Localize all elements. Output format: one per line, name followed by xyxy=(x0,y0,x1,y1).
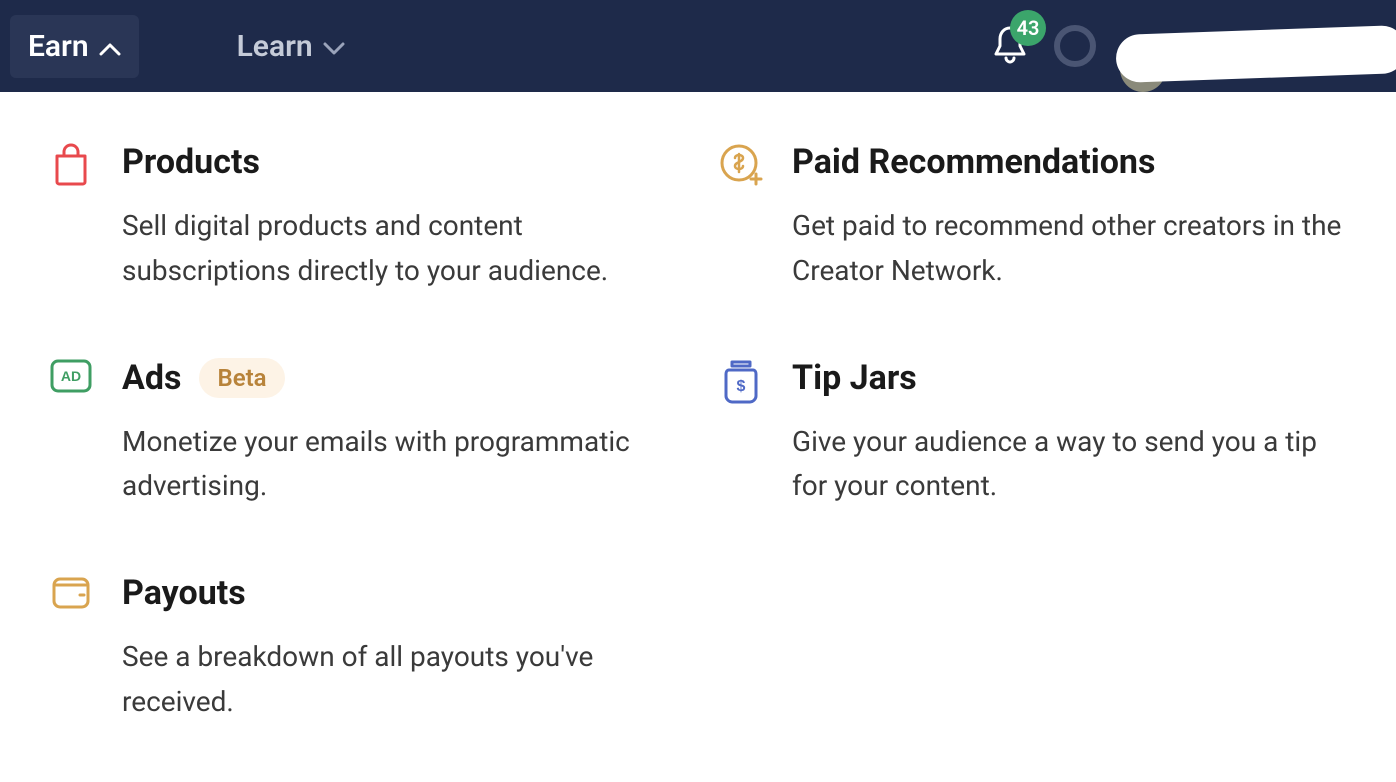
shopping-bag-icon xyxy=(48,142,94,188)
card-ads[interactable]: AD Ads Beta Monetize your emails with pr… xyxy=(48,358,678,510)
card-title: Tip Jars xyxy=(792,358,917,398)
beta-badge: Beta xyxy=(199,358,284,398)
tip-jar-icon: $ xyxy=(718,358,764,404)
nav-learn[interactable]: Learn xyxy=(219,15,363,78)
card-title: Payouts xyxy=(122,573,246,613)
svg-text:$: $ xyxy=(737,378,746,395)
svg-text:AD: AD xyxy=(61,368,81,384)
card-title: Products xyxy=(122,142,260,182)
chevron-up-icon xyxy=(99,29,121,64)
redacted-area xyxy=(1115,25,1396,83)
earn-menu-content: Products Sell digital products and conte… xyxy=(0,92,1396,775)
chevron-down-icon xyxy=(323,29,345,64)
nav-earn[interactable]: Earn xyxy=(10,15,139,78)
topbar: Earn Learn 43 xyxy=(0,0,1396,92)
card-title: Paid Recommendations xyxy=(792,142,1155,182)
card-desc: See a breakdown of all payouts you've re… xyxy=(122,635,678,725)
dollar-sparkle-icon xyxy=(718,142,764,188)
notifications-button[interactable]: 43 xyxy=(986,22,1034,70)
card-body: Tip Jars Give your audience a way to sen… xyxy=(792,358,1348,510)
notification-count-badge: 43 xyxy=(1010,10,1046,46)
card-title: Ads xyxy=(122,358,181,398)
card-body: Payouts See a breakdown of all payouts y… xyxy=(122,573,678,725)
card-desc: Give your audience a way to send you a t… xyxy=(792,420,1348,510)
card-tip-jars[interactable]: $ Tip Jars Give your audience a way to s… xyxy=(718,358,1348,510)
card-desc: Monetize your emails with programmatic a… xyxy=(122,420,678,510)
card-desc: Sell digital products and content subscr… xyxy=(122,204,678,294)
card-desc: Get paid to recommend other creators in … xyxy=(792,204,1348,294)
card-body: Ads Beta Monetize your emails with progr… xyxy=(122,358,678,510)
wallet-icon xyxy=(48,573,94,619)
nav-earn-label: Earn xyxy=(28,29,89,64)
card-products[interactable]: Products Sell digital products and conte… xyxy=(48,142,678,294)
card-body: Paid Recommendations Get paid to recomme… xyxy=(792,142,1348,294)
ad-icon: AD xyxy=(48,358,94,404)
card-paid-recommendations[interactable]: Paid Recommendations Get paid to recomme… xyxy=(718,142,1348,294)
loading-ring-icon[interactable] xyxy=(1054,25,1096,67)
card-body: Products Sell digital products and conte… xyxy=(122,142,678,294)
nav-learn-label: Learn xyxy=(237,29,313,64)
card-payouts[interactable]: Payouts See a breakdown of all payouts y… xyxy=(48,573,678,725)
